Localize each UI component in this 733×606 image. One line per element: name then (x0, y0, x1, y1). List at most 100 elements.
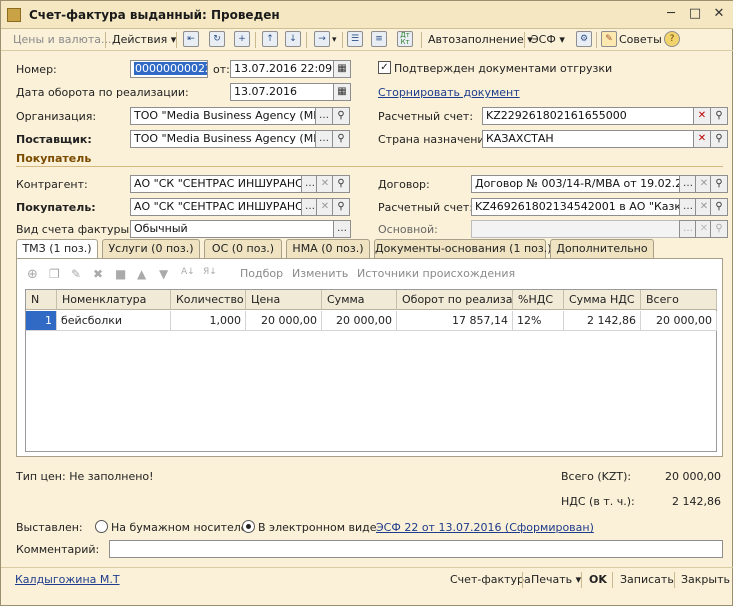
add-icon[interactable]: ⊕ (27, 267, 43, 283)
table-cell-number[interactable]: 1 (26, 311, 57, 331)
search-icon[interactable]: ⚲ (332, 175, 350, 193)
move-down-icon[interactable]: ▼ (159, 267, 175, 283)
calendar-icon[interactable]: ▦ (333, 60, 351, 78)
search-icon[interactable]: ⚲ (710, 198, 728, 216)
tab-services[interactable]: Услуги (0 поз.) (102, 239, 200, 259)
help-icon[interactable]: ? (664, 31, 680, 47)
dt-kt-icon[interactable]: Дт Кт (397, 31, 413, 47)
change-button[interactable]: Изменить (292, 267, 348, 283)
esf-link[interactable]: ЭСФ 22 от 13.07.2016 (Сформирован) (376, 521, 594, 534)
table-cell-item[interactable]: бейсболки (57, 311, 171, 331)
table-cell-vat-rate[interactable]: 12% (513, 311, 564, 331)
storno-link[interactable]: Сторнировать документ (378, 86, 520, 99)
search-icon[interactable]: ⚲ (332, 130, 350, 148)
invoice-type-field[interactable]: Обычный (130, 220, 334, 238)
tips-button[interactable]: Советы (619, 32, 662, 48)
tab-fixed-assets[interactable]: ОС (0 поз.) (204, 239, 282, 259)
comment-field[interactable] (109, 540, 723, 558)
pick-button[interactable]: Подбор (240, 267, 283, 283)
list-icon[interactable]: ≡ (371, 31, 387, 47)
table-cell-turnover[interactable]: 17 857,14 (397, 311, 513, 331)
sort-asc-icon[interactable]: A↓ (181, 267, 197, 283)
chevron-down-icon[interactable]: ▾ (332, 32, 337, 48)
tab-basis-documents[interactable]: Документы-основания (1 поз.) (374, 239, 552, 259)
save-button[interactable]: Записать (620, 572, 674, 588)
column-header[interactable]: N (26, 290, 57, 310)
print-menu-button[interactable]: Печать ▾ (531, 572, 581, 588)
autofill-menu-button[interactable]: Автозаполнение ▾ (428, 32, 533, 48)
clear-icon[interactable]: ✕ (693, 130, 711, 148)
invoice-print-button[interactable]: Счет-фактура (450, 572, 531, 588)
sort-desc-icon[interactable]: Я↓ (203, 267, 219, 283)
post-icon[interactable]: ⇤ (183, 31, 199, 47)
column-header[interactable]: %НДС (513, 290, 564, 310)
refresh-icon[interactable]: ↻ (209, 31, 225, 47)
esf-menu-button[interactable]: ЭСФ ▾ (531, 32, 565, 48)
copy-icon[interactable]: + (234, 31, 250, 47)
clear-icon[interactable]: ✕ (693, 107, 711, 125)
select-button[interactable]: … (333, 220, 351, 238)
contract-field[interactable]: Договор № 003/14-R/MBA от 19.02.2014 (471, 175, 680, 193)
sources-button[interactable]: Источники происхождения (357, 267, 515, 283)
table-cell-vat-sum[interactable]: 2 142,86 (564, 311, 641, 331)
search-icon[interactable]: ⚲ (710, 220, 728, 238)
table-cell-sum[interactable]: 20 000,00 (322, 311, 397, 331)
go-to-icon[interactable]: → (314, 31, 330, 47)
organization-field[interactable]: ТОО "Media Business Agency (MBA)" (130, 107, 316, 125)
confirmed-checkbox[interactable]: ✓ (378, 61, 391, 74)
account-field[interactable]: KZ229261802161655000 (482, 107, 694, 125)
move-up-icon[interactable]: ▲ (137, 267, 153, 283)
paper-label[interactable]: На бумажном носителе (111, 521, 248, 534)
search-icon[interactable]: ⚲ (332, 198, 350, 216)
minimize-icon[interactable]: ─ (661, 5, 681, 23)
search-icon[interactable]: ⚲ (710, 175, 728, 193)
country-field[interactable]: КАЗАХСТАН (482, 130, 694, 148)
search-icon[interactable]: ⚲ (332, 107, 350, 125)
save-icon[interactable]: ■ (115, 267, 131, 283)
date-field[interactable]: 13.07.2016 22:09:44 (230, 60, 334, 78)
tab-tmz[interactable]: ТМЗ (1 поз.) (16, 239, 98, 260)
prices-currency-button[interactable]: Цены и валюта... (13, 32, 111, 48)
buyer-account-field[interactable]: KZ469261802134542001 в АО "Казкомм (471, 198, 680, 216)
search-icon[interactable]: ⚲ (710, 130, 728, 148)
author-link[interactable]: Калдыгожина М.Т (15, 573, 120, 586)
supplier-field[interactable]: ТОО "Media Business Agency (MBA)" (130, 130, 316, 148)
number-field[interactable]: 00000000022 (130, 60, 208, 78)
table-cell-quantity[interactable]: 1,000 (171, 311, 246, 331)
delete-icon[interactable]: ✖ (93, 267, 109, 283)
column-header[interactable]: Оборот по реализа... (397, 290, 513, 310)
column-header[interactable]: Сумма НДС (564, 290, 641, 310)
tips-icon[interactable]: ✎ (601, 31, 617, 47)
basis-field[interactable] (471, 220, 680, 238)
select-button[interactable]: … (315, 130, 333, 148)
search-icon[interactable]: ⚲ (710, 107, 728, 125)
download-icon[interactable]: ↓ (285, 31, 301, 47)
close-icon[interactable]: ✕ (709, 5, 729, 23)
maximize-icon[interactable]: □ (685, 5, 705, 23)
tab-additional[interactable]: Дополнительно (550, 239, 654, 259)
close-button[interactable]: Закрыть (681, 572, 730, 588)
table-cell-total[interactable]: 20 000,00 (641, 311, 717, 331)
select-button[interactable]: … (315, 107, 333, 125)
electronic-label[interactable]: В электронном виде (258, 521, 377, 534)
settings-icon[interactable]: ⚙ (576, 31, 592, 47)
buyer-field[interactable]: АО "СК "СЕНТРАС ИНШУРАНС " (130, 198, 302, 216)
tab-intangible-assets[interactable]: НМА (0 поз.) (286, 239, 370, 259)
table-cell-price[interactable]: 20 000,00 (246, 311, 322, 331)
column-header[interactable]: Цена (246, 290, 322, 310)
upload-icon[interactable]: ↑ (262, 31, 278, 47)
column-header[interactable]: Номенклатура (57, 290, 171, 310)
paper-radio[interactable] (95, 520, 108, 533)
turnover-date-field[interactable]: 13.07.2016 (230, 83, 334, 101)
ok-button[interactable]: OK (589, 572, 607, 588)
column-header[interactable]: Всего (641, 290, 717, 310)
counterparty-field[interactable]: АО "СК "СЕНТРАС ИНШУРАНС (130, 175, 302, 193)
edit-icon[interactable]: ✎ (71, 267, 87, 283)
copy-row-icon[interactable]: ❐ (49, 267, 65, 283)
column-header[interactable]: Количество (171, 290, 246, 310)
structure-icon[interactable]: ☰ (347, 31, 363, 47)
electronic-radio[interactable] (242, 520, 255, 533)
column-header[interactable]: Сумма (322, 290, 397, 310)
actions-menu-button[interactable]: Действия ▾ (112, 32, 176, 48)
calendar-icon[interactable]: ▦ (333, 83, 351, 101)
